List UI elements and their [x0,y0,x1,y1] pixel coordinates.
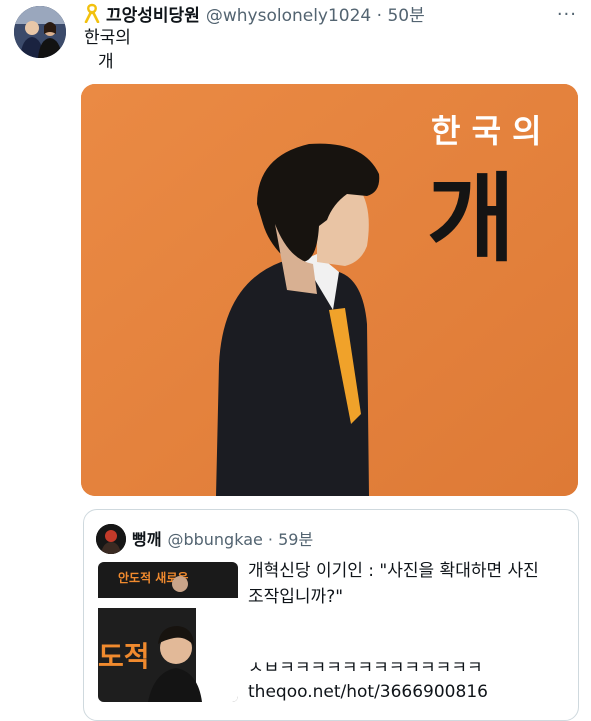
quoted-tweet-header: 뻥깨 @bbungkae · 59분 [132,526,313,550]
thumbnail-photo: 안도적 새로움 도적 [98,562,238,702]
quoted-tweet-text: 개혁신당 이기인 : "사진을 확대하면 사진 조작입니까?" [248,558,568,610]
tweet-media-image[interactable]: 한 국 의 개 [81,84,578,496]
quoted-tweet-card[interactable]: 뻥깨 @bbungkae · 59분 안도적 새로움 도적 개혁신당 이기인 :… [83,509,579,721]
quoted-laugh-text: ㅅㅂㅋㅋㅋㅋㅋㅋㅋㅋㅋㅋㅋㅋㅋ [248,658,483,678]
author-name[interactable]: 끄앙성비당원 [106,1,200,26]
quoted-text-line-2: 조작입니까?" [248,587,344,607]
media-photo: 한 국 의 개 [81,84,578,496]
quoted-thumbnail-image[interactable]: 안도적 새로움 도적 [98,562,238,702]
banner-big-text: 개 [427,163,515,275]
quoted-author-name[interactable]: 뻥깨 [132,526,161,550]
tweet-header: 끄앙성비당원 @whysolonely1024 · 50분 [84,1,425,26]
more-options-icon[interactable]: ··· [557,4,577,25]
banner-small-text: 한 국 의 [431,112,542,150]
quoted-link[interactable]: theqoo.net/hot/3666900816 [248,680,488,704]
yellow-ribbon-icon [84,3,100,23]
thumbnail-mid-text: 도적 [98,640,150,673]
tweet-text-line-2: 개 [98,52,114,72]
quoted-author-handle-time[interactable]: @bbungkae · 59분 [167,526,313,550]
author-handle-time[interactable]: @whysolonely1024 · 50분 [206,1,425,26]
quoted-text-line-1: 개혁신당 이기인 : "사진을 확대하면 사진 [248,561,539,581]
tweet-text: 한국의 개 [84,26,131,74]
avatar-photo [14,6,66,58]
quoted-author-avatar[interactable] [96,524,126,554]
quoted-avatar-photo [96,524,126,554]
author-avatar[interactable] [14,6,66,58]
quoted-tweet-extra: ㅅㅂㅋㅋㅋㅋㅋㅋㅋㅋㅋㅋㅋㅋㅋ theqoo.net/hot/366690081… [248,656,488,704]
tweet-text-line-1: 한국의 [84,28,131,48]
